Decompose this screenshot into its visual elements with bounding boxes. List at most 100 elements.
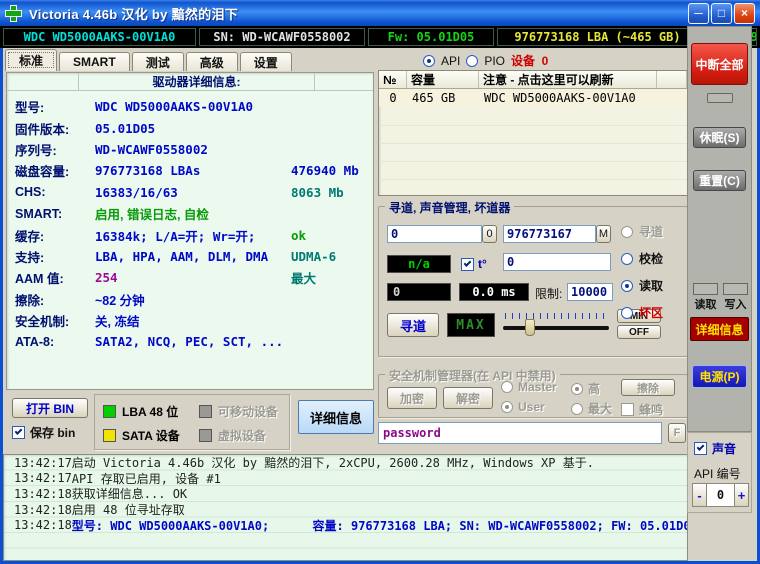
radio-icon[interactable]	[571, 403, 583, 415]
seek-button[interactable]: 寻道	[387, 313, 439, 337]
radio-user[interactable]: User	[501, 400, 545, 414]
detail-label: 擦除:	[15, 290, 95, 309]
radio-high[interactable]: 高	[571, 380, 600, 397]
erase-button[interactable]: 擦除	[621, 379, 675, 396]
abort-all-button[interactable]: 中断全部	[691, 43, 748, 85]
save-bin-checkbox[interactable]	[12, 426, 25, 439]
col-capacity[interactable]: 容量	[407, 71, 479, 88]
reset-button[interactable]: 重置(C)	[693, 170, 746, 191]
radio-icon[interactable]	[621, 226, 633, 238]
f-button[interactable]: F	[668, 423, 686, 443]
detail-extra: 8063 Mb	[291, 185, 373, 200]
radio-icon[interactable]	[501, 401, 513, 413]
drive-list-table[interactable]: № 容量 注意 - 点击这里可以刷新 0 465 GB WDC WD5000AA…	[378, 70, 688, 196]
limit-input[interactable]	[567, 283, 613, 301]
time-lcd: 0.0 ms	[459, 283, 529, 301]
drive-row[interactable]: 0 465 GB WDC WD5000AAKS-00V1A0	[379, 89, 687, 107]
detail-label: ATA-8:	[15, 335, 95, 349]
beep-checkbox[interactable]	[621, 403, 634, 416]
start-lba-input[interactable]	[387, 225, 482, 243]
info-firmware: Fw: 05.01D05	[368, 28, 494, 46]
read-label: 读取	[695, 296, 717, 312]
drive-list-empty-rows	[379, 108, 687, 195]
decrypt-button[interactable]: 解密	[443, 387, 493, 409]
slider-thumb-icon[interactable]	[525, 319, 535, 336]
flag-label: SATA 设备	[122, 427, 180, 444]
maximize-icon[interactable]: □	[711, 3, 732, 24]
beep-label: 蜂鸣	[639, 401, 663, 418]
col-number[interactable]: №	[379, 71, 407, 88]
removable-indicator-icon	[199, 405, 212, 418]
radio-icon[interactable]	[621, 307, 633, 319]
start-reset-button[interactable]: 0	[482, 225, 497, 243]
open-bin-button[interactable]: 打开 BIN	[12, 398, 88, 418]
close-icon[interactable]: ×	[734, 3, 755, 24]
seek-panel-title: 寻道, 声音管理, 坏道器	[385, 199, 514, 216]
flag-label: 可移动设备	[218, 403, 278, 420]
tab-smart[interactable]: SMART	[59, 52, 130, 71]
password-row: F	[378, 422, 688, 444]
detail-value: 976773168 LBAs	[95, 163, 291, 178]
api-radio[interactable]	[423, 55, 435, 67]
sound-checkbox[interactable]	[694, 442, 707, 455]
flag-virtual: 虚拟设备	[199, 427, 266, 444]
title-bar[interactable]: Victoria 4.46b 汉化 by 黯然的泪下 ─ □ ×	[0, 0, 760, 26]
detail-row-model: 型号:WDC WD5000AAKS-00V1A0	[7, 96, 373, 117]
position-input[interactable]	[503, 253, 611, 271]
sleep-button[interactable]: 休眠(S)	[693, 127, 746, 148]
detail-row-support: 支持:LBA, HPA, AAM, DLM, DMAUDMA-6	[7, 246, 373, 267]
radio-icon[interactable]	[571, 383, 583, 395]
radio-icon[interactable]	[621, 280, 633, 292]
info-serial: SN: WD-WCAWF0558002	[199, 28, 365, 46]
detail-value: 16384k; L/A=开; Wr=开;	[95, 226, 291, 245]
radio-label: 读取	[639, 277, 663, 294]
radio-master[interactable]: Master	[501, 380, 557, 394]
aam-slider[interactable]	[503, 313, 609, 339]
tab-test[interactable]: 测试	[132, 52, 184, 71]
flag-label: 虚拟设备	[218, 427, 266, 444]
radio-label: 坏区	[639, 304, 663, 321]
radio-maximum[interactable]: 最大	[571, 400, 612, 417]
details-header: 驱动器详细信息:	[7, 73, 373, 91]
power-button[interactable]: 电源(P)	[692, 365, 747, 388]
detail-value: 启用, 错误日志, 自检	[95, 204, 291, 223]
log-line: 13:42:18获取详细信息... OK	[4, 486, 687, 502]
minimize-icon[interactable]: ─	[688, 3, 709, 24]
max-lba-button[interactable]: M	[596, 225, 611, 243]
app-cross-icon	[5, 5, 22, 22]
log-panel[interactable]: 13:42:17启动 Victoria 4.46b 汉化 by 黯然的泪下, 2…	[3, 454, 688, 561]
radio-verify[interactable]: 校检	[621, 250, 663, 267]
temperature-checkbox[interactable]	[461, 258, 474, 271]
tab-advanced[interactable]: 高级	[186, 52, 238, 71]
temperature-toggle[interactable]: t°	[461, 257, 487, 271]
detail-label: AAM 值:	[15, 268, 95, 287]
radio-read[interactable]: 读取	[621, 277, 663, 294]
radio-badblocks[interactable]: 坏区	[621, 304, 663, 321]
drive-info-bar: WDC WD5000AAKS-00V1A0 SN: WD-WCAWF055800…	[0, 26, 760, 48]
sidebar-details-button[interactable]: 详细信息	[690, 317, 749, 341]
end-lba-input[interactable]	[503, 225, 596, 243]
limit-label: 限制:	[535, 285, 562, 302]
api-label: API	[441, 54, 460, 68]
col-note-refresh[interactable]: 注意 - 点击这里可以刷新	[479, 71, 657, 88]
password-input[interactable]	[378, 422, 662, 444]
sound-toggle[interactable]: 声音	[694, 440, 736, 457]
counter-lcd: 0	[387, 283, 451, 301]
spinner-minus-button[interactable]: -	[692, 483, 707, 507]
encrypt-button[interactable]: 加密	[387, 387, 437, 409]
detail-value: 254	[95, 270, 291, 285]
tab-settings[interactable]: 设置	[240, 52, 292, 71]
drive-details-panel: 驱动器详细信息: 型号:WDC WD5000AAKS-00V1A0 固件版本:0…	[6, 72, 374, 390]
tab-standard[interactable]: 标准	[5, 49, 57, 71]
drive-list-header[interactable]: № 容量 注意 - 点击这里可以刷新	[379, 71, 687, 89]
spinner-plus-button[interactable]: +	[734, 483, 749, 507]
radio-seek[interactable]: 寻道	[621, 223, 663, 240]
aam-off-button[interactable]: OFF	[617, 325, 661, 339]
radio-icon[interactable]	[501, 381, 513, 393]
passport-button[interactable]: 详细信息	[298, 400, 374, 434]
pio-radio[interactable]	[466, 55, 478, 67]
save-bin-toggle[interactable]: 保存 bin	[12, 424, 75, 441]
log-line: 13:42:17API 存取已启用, 设备 #1	[4, 471, 687, 487]
beep-toggle[interactable]: 蜂鸣	[621, 401, 663, 418]
radio-icon[interactable]	[621, 253, 633, 265]
